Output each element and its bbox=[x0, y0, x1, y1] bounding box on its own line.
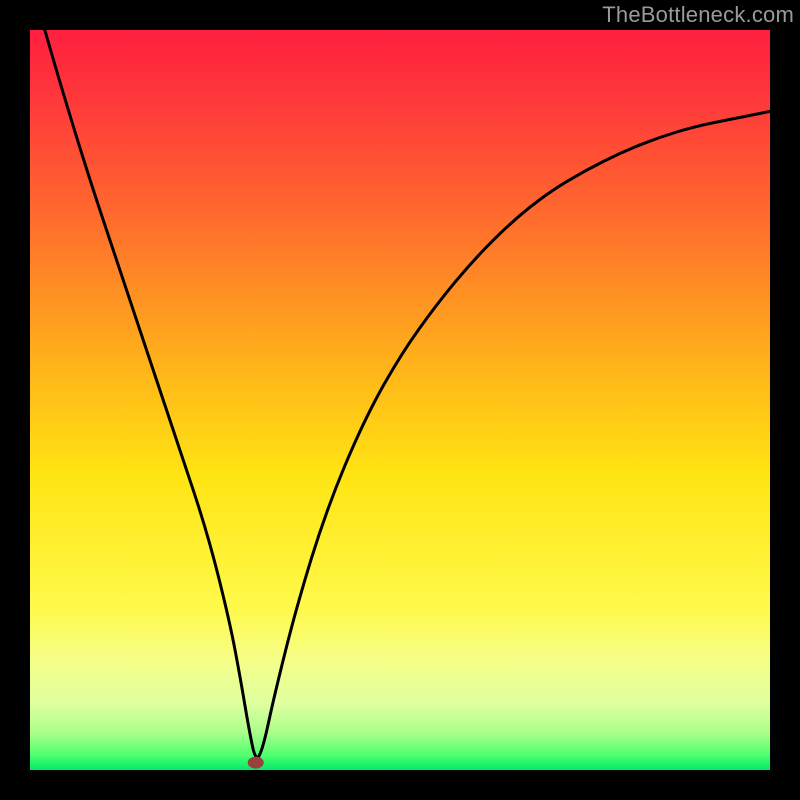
optimal-point-marker bbox=[248, 757, 264, 769]
curve-layer bbox=[30, 30, 770, 770]
plot-area bbox=[30, 30, 770, 770]
bottleneck-curve bbox=[45, 30, 770, 757]
chart-container: TheBottleneck.com bbox=[0, 0, 800, 800]
watermark-label: TheBottleneck.com bbox=[602, 2, 794, 28]
